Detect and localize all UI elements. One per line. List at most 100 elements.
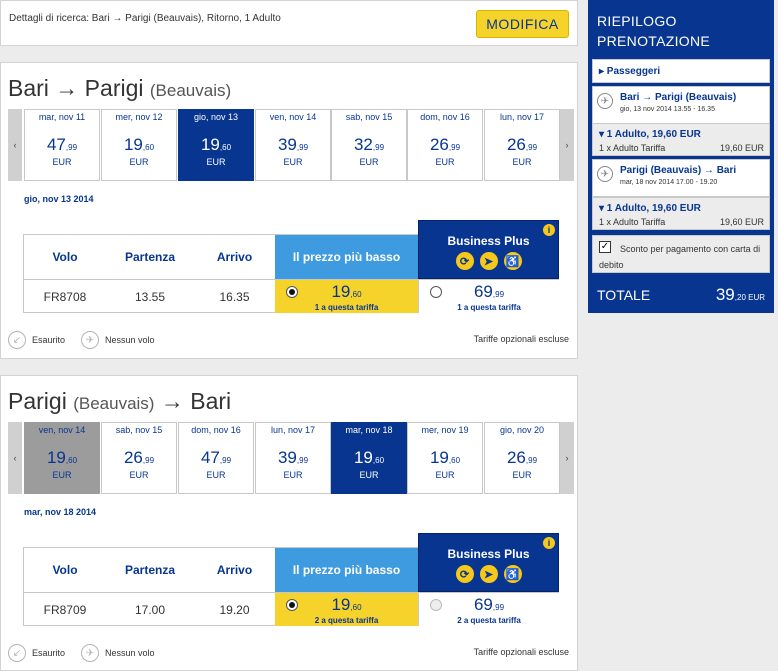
date-tile[interactable]: ven, nov 14 39,99 EUR	[255, 109, 331, 181]
next-dates-arrow[interactable]: ›	[560, 422, 574, 494]
date-tile[interactable]: gio, nov 13 19,60 EUR	[178, 109, 254, 181]
fast-track-icon: ➤	[479, 252, 498, 270]
date-tile-label: sab, nov 15	[345, 112, 393, 122]
optional-fees-note: Tariffe opzionali escluse	[473, 334, 569, 344]
date-tile-label: gio, nov 13	[193, 112, 239, 122]
date-tile-price: 39,99	[277, 448, 309, 467]
outbound-leg-panel: Bari → Parigi (Beauvais) ‹ › mar, nov 11…	[0, 62, 578, 359]
departure-time: 13.55	[106, 279, 194, 313]
business-fare-price: 69,99	[473, 282, 505, 301]
date-tile-price: 47,99	[46, 135, 78, 154]
booking-summary: RIEPILOGO PRENOTAZIONE ▸ Passeggeri ✈ Ba…	[588, 0, 774, 313]
date-tile[interactable]: mer, nov 12 19,60 EUR	[101, 109, 177, 181]
date-tile[interactable]: mar, nov 18 19,60 EUR	[331, 422, 407, 494]
date-tile[interactable]: lun, nov 17 39,99 EUR	[255, 422, 331, 494]
return-route: Parigi (Beauvais) → Bari	[620, 165, 737, 176]
plane-icon: ✈	[597, 93, 613, 109]
date-tile-currency: EUR	[359, 157, 379, 167]
date-tile-label: sab, nov 15	[115, 425, 163, 435]
date-tile-label: gio, nov 20	[499, 425, 545, 435]
date-tile-currency: EUR	[359, 470, 379, 480]
outbound-date: gio, 13 nov 2014 13.55 - 16.35	[620, 106, 715, 113]
sold-out-label: Esaurito	[32, 648, 66, 658]
outbound-fare-summary[interactable]: ▾ 1 Adulto, 19,60 EUR 1 x Adulto Tariffa…	[592, 123, 770, 156]
fast-track-icon: ➤	[479, 565, 498, 583]
business-fare-seats: 1 a questa tariffa	[457, 303, 521, 312]
sold-out-icon: ↙	[8, 331, 26, 349]
business-fare-option[interactable]: 69,99 2 a questa tariffa	[418, 592, 559, 626]
total-amount: 39,20 EUR	[715, 285, 765, 304]
lowest-fare-price: 19,60	[331, 595, 362, 614]
date-tile[interactable]: sab, nov 15 26,99 EUR	[101, 422, 177, 494]
date-tile[interactable]: sab, nov 15 32,99 EUR	[331, 109, 407, 181]
lowest-fare-option[interactable]: 19,60 2 a questa tariffa	[275, 592, 418, 626]
info-icon[interactable]: i	[543, 537, 555, 549]
business-plus-label: Business Plus	[447, 234, 530, 248]
lowest-fare-option[interactable]: 19,60 1 a questa tariffa	[275, 279, 418, 313]
date-carousel: ‹ › ven, nov 14 19,60 EUR sab, nov 15 26,99…	[8, 422, 574, 494]
prev-dates-arrow[interactable]: ‹	[8, 422, 22, 494]
date-tile-label: dom, nov 16	[191, 425, 241, 435]
prev-dates-arrow[interactable]: ‹	[8, 109, 22, 181]
col-arrival: Arrivo	[216, 250, 253, 264]
flight-table: Volo Partenza Arrivo Il prezzo più basso…	[23, 533, 559, 626]
selected-date-heading: gio, nov 13 2014	[24, 194, 94, 204]
date-tile-price: 26,99	[123, 448, 155, 467]
lowest-fare-price: 19,60	[331, 282, 362, 301]
passengers-toggle[interactable]: ▸ Passeggeri	[592, 59, 770, 83]
date-tile[interactable]: mer, nov 19 19,60 EUR	[407, 422, 483, 494]
lowest-fare-seats: 1 a questa tariffa	[314, 303, 379, 312]
date-carousel: ‹ › mar, nov 11 47,99 EUR mer, nov 12 19,60…	[8, 109, 574, 181]
no-flight-label: Nessun volo	[105, 648, 155, 658]
accessibility-icon: ♿	[503, 252, 522, 270]
flight-table: Volo Partenza Arrivo Il prezzo più basso…	[23, 220, 559, 313]
date-tile-currency: EUR	[512, 157, 532, 167]
date-tile-currency: EUR	[52, 470, 72, 480]
date-tile-price: 19,60	[200, 135, 232, 154]
date-tile[interactable]: ven, nov 14 19,60 EUR	[24, 422, 100, 494]
business-fare-option[interactable]: 69,99 1 a questa tariffa	[418, 279, 559, 313]
date-tile-label: mar, nov 11	[38, 112, 86, 122]
return-fare-summary[interactable]: ▾ 1 Adulto, 19,60 EUR 1 x Adulto Tariffa…	[592, 197, 770, 230]
date-tile-price: 26,99	[506, 135, 538, 154]
info-icon[interactable]: i	[543, 224, 555, 236]
selected-date-heading: mar, nov 18 2014	[24, 507, 97, 517]
date-tile-currency: EUR	[435, 157, 455, 167]
flight-number: FR8709	[24, 592, 106, 626]
leg-title-paren: (Beauvais)	[149, 81, 232, 100]
arrival-time: 19.20	[194, 592, 275, 626]
col-lowest-price: Il prezzo più basso	[275, 235, 418, 279]
sold-out-label: Esaurito	[32, 335, 66, 345]
return-leg-panel: Parigi (Beauvais) → Bari ‹ › ven, nov 14…	[0, 375, 578, 671]
date-tile-currency: EUR	[283, 470, 303, 480]
legend: ↙ Esaurito ✈ Nessun volo	[8, 331, 155, 349]
date-tile[interactable]: dom, nov 16 26,99 EUR	[407, 109, 483, 181]
no-flight-icon: ✈	[81, 331, 100, 349]
business-fare-price: 69,99	[473, 595, 505, 614]
date-tile-label: mar, nov 18	[345, 425, 393, 435]
date-tile-label: mer, nov 12	[115, 112, 163, 122]
date-tile-label: lun, nov 17	[499, 112, 545, 122]
date-tile[interactable]: lun, nov 17 26,99 EUR	[484, 109, 560, 181]
date-tile-currency: EUR	[206, 470, 226, 480]
no-flight-label: Nessun volo	[105, 335, 155, 345]
col-departure: Partenza	[124, 250, 176, 264]
leg-title-paren: (Beauvais)	[73, 394, 155, 413]
no-flight-icon: ✈	[81, 644, 100, 662]
col-flight: Volo	[52, 563, 78, 577]
col-lowest-price: Il prezzo più basso	[275, 548, 418, 592]
date-tile-currency: EUR	[206, 157, 226, 167]
date-tile-price: 19,60	[353, 448, 385, 467]
leg-title-tail: → Bari	[160, 388, 232, 414]
search-details-text: Dettagli di ricerca: Bari → Parigi (Beau…	[9, 13, 281, 24]
col-business-plus: i Business Plus ⟳ ➤ ♿	[418, 220, 559, 279]
date-tile[interactable]: gio, nov 20 26,99 EUR	[484, 422, 560, 494]
date-tile-currency: EUR	[129, 470, 149, 480]
priority-icon: ⟳	[455, 252, 474, 270]
search-details-bar: Dettagli di ricerca: Bari → Parigi (Beau…	[0, 0, 578, 46]
date-tile[interactable]: dom, nov 16 47,99 EUR	[178, 422, 254, 494]
summary-title: RIEPILOGO PRENOTAZIONE	[597, 13, 711, 49]
modify-button[interactable]: MODIFICA	[476, 10, 569, 38]
next-dates-arrow[interactable]: ›	[560, 109, 574, 181]
date-tile[interactable]: mar, nov 11 47,99 EUR	[24, 109, 100, 181]
